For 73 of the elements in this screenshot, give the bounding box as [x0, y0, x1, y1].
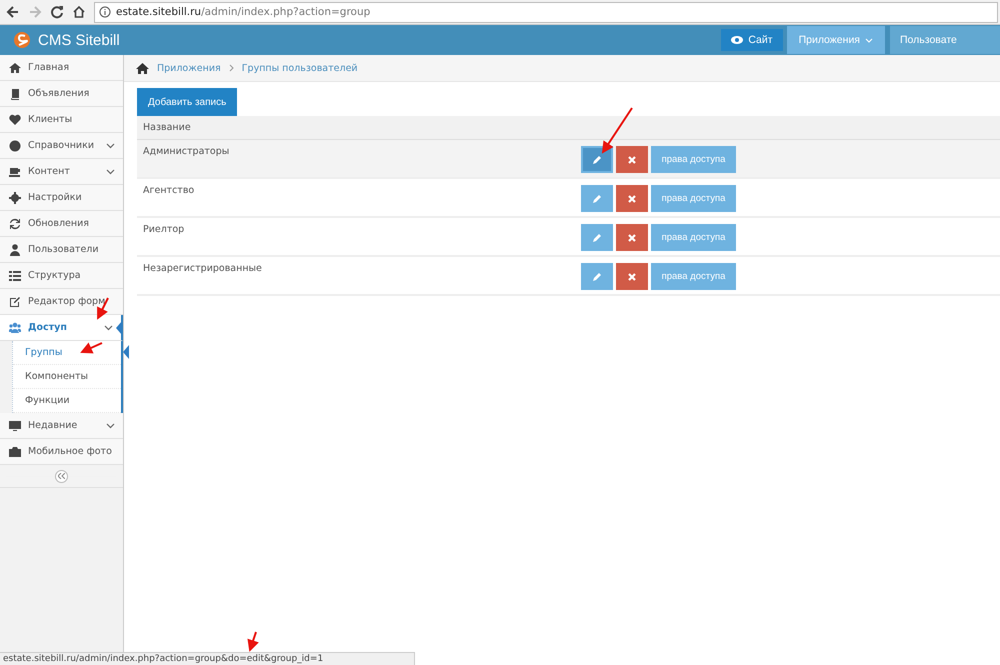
delete-button[interactable]	[616, 263, 648, 290]
sidebar-item[interactable]: Справочники	[0, 133, 123, 159]
edit-icon	[9, 296, 21, 308]
sidebar-item[interactable]: Настройки	[0, 185, 123, 211]
edit-button[interactable]	[581, 185, 613, 212]
info-icon[interactable]	[99, 6, 111, 18]
brand-title: CMS Sitebill	[38, 32, 120, 48]
eye-icon	[731, 36, 744, 44]
table-cell-text: Администраторы	[142, 145, 230, 159]
home-icon[interactable]	[136, 62, 149, 74]
monitor-icon	[9, 420, 21, 432]
edit-button[interactable]	[581, 263, 613, 290]
pencil-icon	[592, 155, 602, 164]
submenu-item[interactable]: Компоненты	[13, 365, 121, 389]
double-chevron-left-icon	[58, 473, 65, 479]
delete-button[interactable]	[616, 146, 648, 173]
cup-icon	[9, 166, 21, 178]
active-pointer-icon	[116, 321, 122, 335]
sidebar-item[interactable]: Главная	[0, 55, 123, 81]
chevron-down-icon	[865, 38, 873, 42]
home-icon[interactable]	[72, 5, 86, 19]
submenu-item[interactable]: Группы	[13, 341, 121, 365]
reload-icon[interactable]	[50, 5, 64, 19]
list-icon	[9, 270, 21, 282]
sidebar-item[interactable]: Объявления	[0, 81, 123, 107]
chevron-right-icon	[228, 64, 234, 72]
annotation-arrow	[80, 342, 102, 354]
site-button[interactable]: Сайт	[721, 29, 783, 51]
heart-icon	[9, 114, 21, 126]
collapse-sidebar-button[interactable]	[55, 470, 68, 482]
edit-button[interactable]	[581, 146, 613, 173]
sidebar-item[interactable]: Недавние	[0, 413, 123, 439]
chevron-down-icon	[106, 168, 115, 174]
chevron-down-icon	[106, 422, 115, 428]
gear-icon	[9, 192, 21, 204]
back-icon[interactable]	[6, 5, 20, 19]
chevron-down-icon	[106, 142, 115, 148]
edit-button[interactable]	[581, 224, 613, 251]
sidebar-item[interactable]: Клиенты	[0, 107, 123, 133]
delete-button[interactable]	[616, 185, 648, 212]
table-cell-text: Агентство	[142, 184, 196, 198]
annotation-arrow	[247, 632, 259, 652]
column-header: Название	[143, 122, 191, 133]
annotation-arrow	[602, 107, 633, 154]
close-icon	[628, 156, 636, 164]
delete-button[interactable]	[616, 224, 648, 251]
address-bar[interactable]: estate.sitebill.ru/admin/index.php?action=group	[94, 2, 998, 22]
pencil-icon	[592, 233, 602, 242]
sidebar-item[interactable]: Редактор форм	[0, 289, 123, 315]
add-record-button[interactable]: Добавить запись	[137, 88, 238, 116]
sidebar-item[interactable]: Мобильное фото	[0, 439, 123, 465]
sidebar-item[interactable]: Структура	[0, 263, 123, 289]
sidebar-item[interactable]: Пользователи	[0, 237, 123, 263]
user-icon	[9, 244, 21, 256]
pencil-icon	[592, 194, 602, 203]
url-text: estate.sitebill.ru/admin/index.php?action=group	[116, 6, 370, 18]
close-icon	[628, 234, 636, 242]
chevron-down-icon	[104, 324, 113, 330]
sync-icon	[9, 218, 21, 230]
sidebar-item[interactable]: Обновления	[0, 211, 123, 237]
close-icon	[628, 272, 636, 280]
sidebar-item[interactable]: Доступ	[0, 315, 123, 341]
camera-icon	[9, 446, 21, 458]
table-cell-text: Риелтор	[142, 223, 186, 237]
home-icon	[9, 62, 21, 74]
book-icon	[9, 88, 21, 100]
status-bar: estate.sitebill.ru/admin/index.php?action=group&do=edit&group_id=1	[0, 652, 415, 665]
logo-icon	[12, 30, 32, 50]
close-icon	[628, 194, 636, 202]
table-cell-text: Незарегистрированные	[142, 262, 263, 276]
sidebar-item[interactable]: Контент	[0, 159, 123, 185]
users-icon	[9, 322, 21, 334]
pencil-icon	[592, 272, 602, 281]
